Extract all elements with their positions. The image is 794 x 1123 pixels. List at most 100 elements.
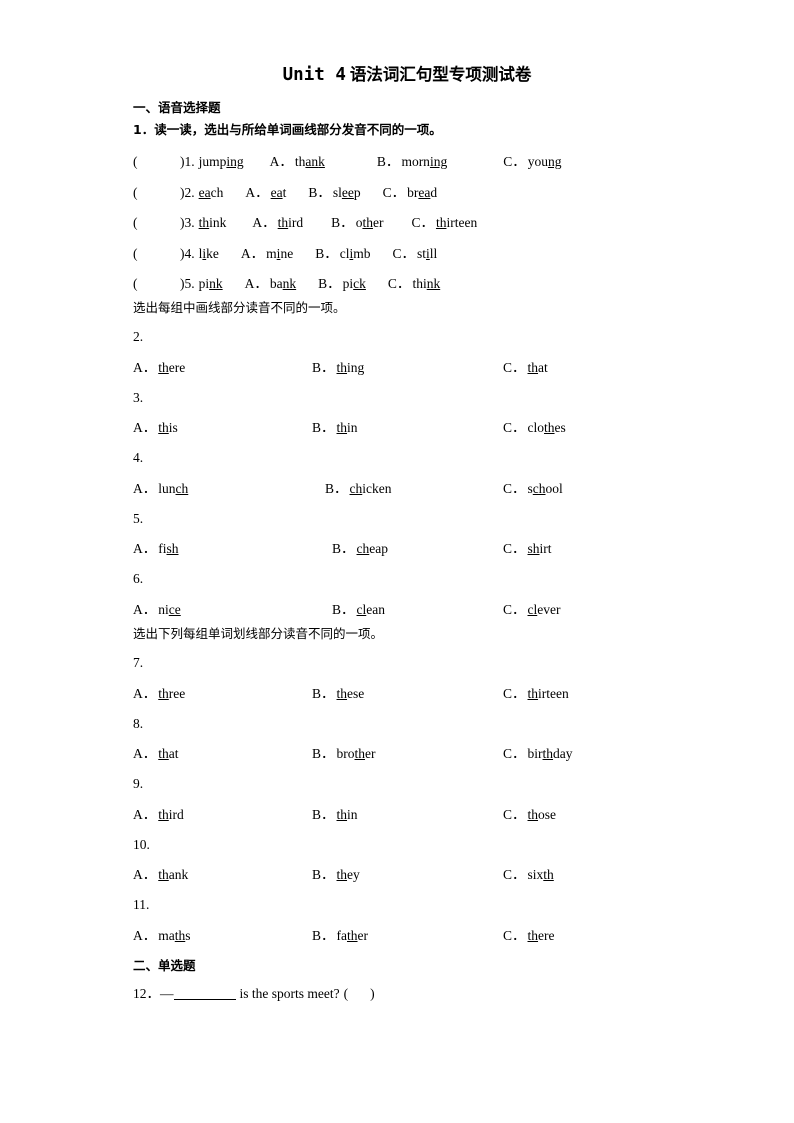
answer-option[interactable]: B． brother bbox=[312, 747, 376, 761]
answer-option[interactable]: A． there bbox=[133, 361, 185, 375]
underlined-segment: th bbox=[158, 420, 169, 436]
document-page: Unit 4 语法词汇句型专项测试卷 一、语音选择题 1．读一读，选出与所给单词画… bbox=[0, 0, 794, 1123]
option-label: A． bbox=[240, 245, 265, 261]
answer-option[interactable]: A． third bbox=[133, 808, 184, 822]
option-label: C． bbox=[503, 601, 526, 617]
answer-option[interactable]: C． think bbox=[388, 277, 440, 291]
question-12-row: 12．— is the sports meet? () bbox=[133, 972, 681, 1001]
option-label: B． bbox=[331, 215, 354, 231]
question-1-prompt: 1．读一读，选出与所给单词画线部分发音不同的一项。 bbox=[133, 121, 442, 137]
answer-bracket[interactable]: ( bbox=[133, 247, 180, 261]
answer-option[interactable]: A． this bbox=[133, 421, 178, 435]
answer-option[interactable]: A． fish bbox=[133, 542, 179, 556]
answer-option[interactable]: A． maths bbox=[133, 929, 191, 943]
option-label: A． bbox=[133, 867, 157, 883]
answer-option[interactable]: C． shirt bbox=[503, 542, 552, 556]
question-12-answer-bracket[interactable]: () bbox=[344, 986, 375, 1001]
answer-option[interactable]: B． these bbox=[312, 687, 364, 701]
question-number: 8. bbox=[133, 715, 144, 731]
answer-option[interactable]: A． eat bbox=[245, 186, 286, 200]
option-label: C． bbox=[503, 806, 526, 822]
option-label: A． bbox=[133, 746, 157, 762]
answer-option[interactable]: A． mine bbox=[241, 247, 293, 261]
answer-option[interactable]: B． other bbox=[331, 216, 383, 230]
answer-option[interactable]: A． thank bbox=[270, 155, 325, 169]
question-number: 10. bbox=[133, 836, 150, 852]
answer-option[interactable]: B． pick bbox=[318, 277, 366, 291]
option-word: clever bbox=[527, 601, 561, 617]
option-word: thirteen bbox=[435, 215, 478, 231]
answer-option[interactable]: A． third bbox=[252, 216, 303, 230]
question-12-blank[interactable] bbox=[173, 999, 236, 1001]
answer-option[interactable]: A． that bbox=[133, 747, 179, 761]
underlined-segment: sh bbox=[527, 541, 540, 557]
underlined-segment: th bbox=[347, 927, 358, 943]
answer-bracket[interactable]: ( bbox=[133, 155, 180, 169]
answer-option[interactable]: C． clothes bbox=[503, 421, 566, 435]
option-label: C． bbox=[503, 420, 526, 436]
option-label: A． bbox=[133, 806, 157, 822]
answer-option[interactable]: C． that bbox=[503, 361, 548, 375]
option-word: that bbox=[158, 746, 179, 762]
answer-option[interactable]: B． father bbox=[312, 929, 368, 943]
underlined-segment: nk bbox=[426, 276, 441, 292]
answer-option[interactable]: B． cheap bbox=[332, 542, 388, 556]
underlined-segment: ng bbox=[547, 154, 562, 170]
options-row: A． third B． thin C． those bbox=[133, 791, 681, 822]
answer-option[interactable]: C． thirteen bbox=[503, 687, 569, 701]
underlined-segment: th bbox=[336, 685, 348, 701]
section-heading-1: 一、语音选择题 bbox=[133, 100, 221, 116]
option-word: cheap bbox=[356, 541, 388, 557]
answer-option[interactable]: B． clean bbox=[332, 603, 385, 617]
underlined-segment: ch bbox=[175, 480, 189, 496]
option-label: C． bbox=[503, 480, 526, 496]
answer-option[interactable]: C． young bbox=[503, 155, 561, 169]
answer-option[interactable]: A． thank bbox=[133, 868, 188, 882]
option-word: thin bbox=[336, 420, 358, 436]
option-word: morning bbox=[401, 154, 448, 170]
answer-option[interactable]: C． school bbox=[503, 482, 563, 496]
answer-option[interactable]: B． they bbox=[312, 868, 360, 882]
answer-option[interactable]: C． sixth bbox=[503, 868, 554, 882]
answer-option[interactable]: C． birthday bbox=[503, 747, 573, 761]
answer-option[interactable]: C． those bbox=[503, 808, 556, 822]
option-label: B． bbox=[332, 601, 355, 617]
option-word: climb bbox=[339, 245, 371, 261]
answer-option[interactable]: B． thin bbox=[312, 808, 358, 822]
answer-option[interactable]: A． three bbox=[133, 687, 185, 701]
answer-bracket[interactable]: ( bbox=[133, 216, 180, 230]
answer-option[interactable]: C． there bbox=[503, 929, 555, 943]
question-1-item: ()5. pink A． bank B． pick C． think bbox=[133, 260, 681, 291]
answer-bracket[interactable]: ( bbox=[133, 277, 180, 291]
answer-option[interactable]: B． morning bbox=[377, 155, 447, 169]
underlined-segment: th bbox=[277, 215, 289, 231]
option-label: A． bbox=[269, 154, 293, 170]
question-stem-word: each bbox=[198, 184, 224, 200]
answer-bracket[interactable]: ( bbox=[133, 186, 180, 200]
answer-option[interactable]: C． bread bbox=[383, 186, 438, 200]
underlined-segment: th bbox=[527, 685, 539, 701]
answer-option[interactable]: B． thin bbox=[312, 421, 358, 435]
option-word: shirt bbox=[527, 541, 552, 557]
underlined-segment: ee bbox=[341, 184, 354, 200]
option-word: maths bbox=[158, 927, 191, 943]
answer-option[interactable]: C． still bbox=[392, 247, 437, 261]
answer-option[interactable]: A． nice bbox=[133, 603, 181, 617]
answer-option[interactable]: C． thirteen bbox=[411, 216, 477, 230]
underlined-segment: th bbox=[336, 359, 348, 375]
option-word: three bbox=[158, 685, 186, 701]
answer-option[interactable]: A． lunch bbox=[133, 482, 188, 496]
option-word: other bbox=[355, 215, 384, 231]
option-word: third bbox=[158, 806, 184, 822]
option-word: chicken bbox=[349, 480, 392, 496]
question-1-item: ()1. jumping A． thank B． morning C． young bbox=[133, 136, 681, 169]
option-word: thank bbox=[294, 154, 325, 170]
options-row: A． thank B． they C． sixth bbox=[133, 851, 681, 882]
answer-option[interactable]: B． thing bbox=[312, 361, 364, 375]
answer-option[interactable]: B． chicken bbox=[325, 482, 392, 496]
underlined-segment: ea bbox=[198, 184, 211, 200]
answer-option[interactable]: B． sleep bbox=[308, 186, 360, 200]
answer-option[interactable]: C． clever bbox=[503, 603, 561, 617]
answer-option[interactable]: B． climb bbox=[315, 247, 370, 261]
answer-option[interactable]: A． bank bbox=[245, 277, 297, 291]
